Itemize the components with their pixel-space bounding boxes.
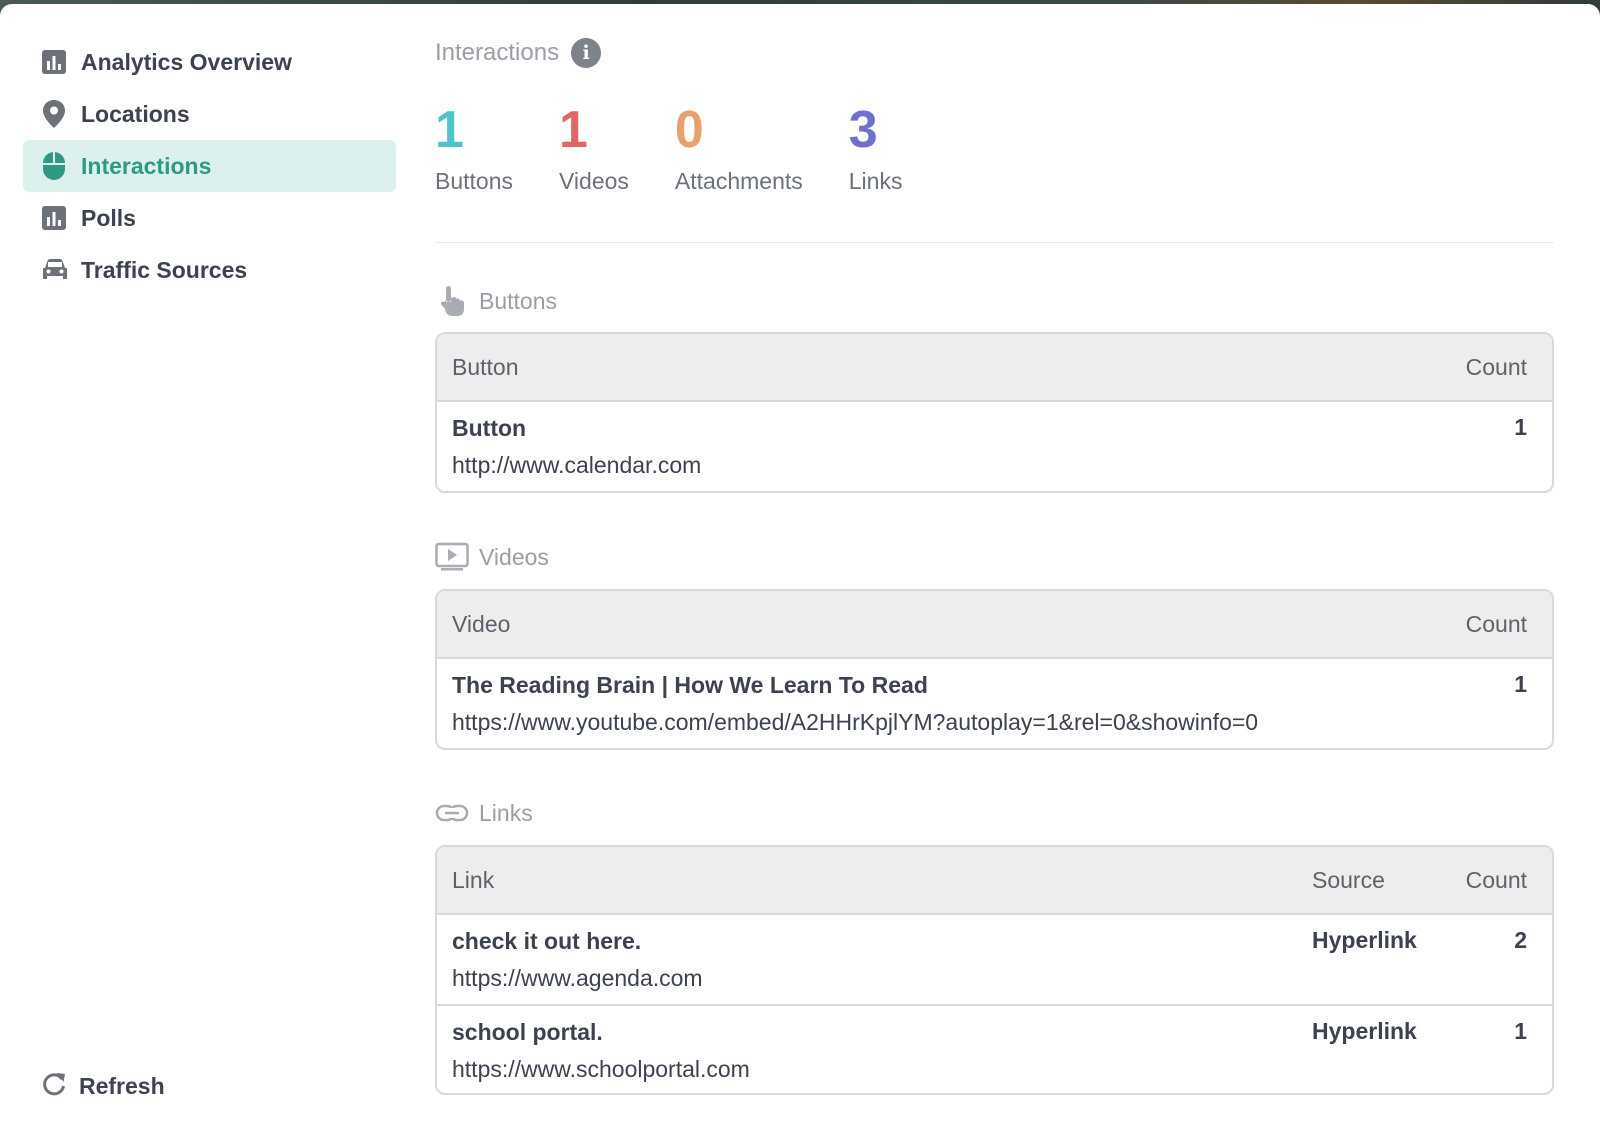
refresh-button[interactable]: Refresh [41, 1071, 165, 1102]
mouse-icon [41, 152, 69, 180]
table-row[interactable]: The Reading Brain | How We Learn To Read… [437, 659, 1552, 748]
row-main-cell: The Reading Brain | How We Learn To Read… [452, 671, 1447, 748]
column-header-count[interactable]: Count [1447, 611, 1527, 638]
map-pin-icon [41, 100, 69, 128]
bar-chart-icon [41, 48, 69, 76]
table-row[interactable]: Button http://www.calendar.com 1 [437, 402, 1552, 491]
link-chain-icon [435, 796, 469, 830]
stat-value: 0 [674, 101, 704, 159]
column-header-source[interactable]: Source [1312, 867, 1447, 894]
row-count: 1 [1514, 671, 1527, 697]
row-url: http://www.calendar.com [452, 452, 702, 478]
sidebar-item-traffic-sources[interactable]: Traffic Sources [23, 244, 396, 296]
row-source: Hyperlink [1312, 1018, 1417, 1044]
pointer-hand-icon [435, 284, 469, 318]
sidebar-item-polls[interactable]: Polls [23, 192, 396, 244]
info-icon[interactable]: i [571, 38, 602, 68]
video-player-icon [435, 540, 469, 574]
row-main-cell: check it out here. https://www.agenda.co… [452, 927, 1312, 1004]
links-table: Link Source Count check it out here. htt… [435, 845, 1554, 1095]
stat-label: Videos [559, 168, 629, 194]
refresh-icon [41, 1071, 67, 1102]
divider [435, 242, 1554, 243]
section-title: Videos [479, 543, 549, 570]
row-count: 2 [1514, 927, 1527, 953]
refresh-label: Refresh [79, 1073, 165, 1099]
row-source: Hyperlink [1312, 927, 1417, 953]
videos-section-header: Videos [435, 540, 549, 574]
stats-summary: 1 Buttons 1 Videos 0 Attachments 3 Links [435, 100, 948, 195]
stat-links: 3 Links [849, 100, 903, 195]
sidebar: Analytics Overview Locations Interaction… [0, 4, 412, 1143]
stat-label: Attachments [674, 168, 803, 194]
main-content: Interactions i 1 Buttons 1 Videos 0 Atta… [435, 4, 1554, 1143]
column-header-button[interactable]: Button [452, 354, 1447, 381]
stat-buttons: 1 Buttons [435, 100, 513, 195]
page-title: Interactions [435, 39, 560, 66]
row-count: 1 [1514, 1018, 1527, 1044]
section-title: Buttons [479, 287, 557, 314]
buttons-section-header: Buttons [435, 284, 557, 318]
row-url: https://www.schoolportal.com [452, 1056, 750, 1082]
column-header-count[interactable]: Count [1447, 354, 1527, 381]
row-count: 1 [1514, 414, 1527, 440]
sidebar-item-label: Interactions [81, 152, 212, 179]
stat-label: Buttons [435, 168, 513, 194]
table-row[interactable]: school portal. https://www.schoolportal.… [437, 1004, 1552, 1093]
sidebar-item-interactions[interactable]: Interactions [23, 140, 396, 192]
row-title: Button [452, 415, 527, 441]
stat-attachments: 0 Attachments [675, 100, 803, 195]
sidebar-nav: Analytics Overview Locations Interaction… [23, 36, 396, 296]
table-header: Link Source Count [437, 847, 1552, 915]
stat-videos: 1 Videos [559, 100, 629, 195]
sidebar-item-label: Traffic Sources [81, 256, 248, 283]
section-title: Links [479, 799, 533, 826]
buttons-table: Button Count Button http://www.calendar.… [435, 332, 1554, 493]
row-url: https://www.agenda.com [452, 965, 703, 991]
stat-label: Links [848, 168, 903, 194]
table-header: Button Count [437, 334, 1552, 402]
sidebar-item-label: Polls [81, 204, 136, 231]
sidebar-item-analytics-overview[interactable]: Analytics Overview [23, 36, 396, 88]
row-main-cell: school portal. https://www.schoolportal.… [452, 1018, 1312, 1093]
table-header: Video Count [437, 591, 1552, 659]
table-row[interactable]: check it out here. https://www.agenda.co… [437, 915, 1552, 1004]
sidebar-item-label: Analytics Overview [81, 48, 292, 75]
stat-value: 1 [559, 101, 588, 159]
stat-value: 1 [435, 101, 464, 159]
analytics-window: Analytics Overview Locations Interaction… [0, 4, 1600, 1143]
bar-chart-icon [41, 204, 69, 232]
videos-table: Video Count The Reading Brain | How We L… [435, 589, 1554, 750]
row-url: https://www.youtube.com/embed/A2HHrKpjlY… [452, 709, 1259, 735]
row-main-cell: Button http://www.calendar.com [452, 414, 1447, 491]
sidebar-item-label: Locations [81, 100, 190, 127]
row-title: school portal. [452, 1019, 603, 1045]
row-title: The Reading Brain | How We Learn To Read [452, 672, 928, 698]
stat-value: 3 [848, 101, 878, 159]
column-header-link[interactable]: Link [452, 867, 1312, 894]
page-header: Interactions i [435, 38, 602, 68]
column-header-count[interactable]: Count [1447, 867, 1527, 894]
car-icon [41, 256, 69, 284]
column-header-video[interactable]: Video [452, 611, 1447, 638]
sidebar-item-locations[interactable]: Locations [23, 88, 396, 140]
row-title: check it out here. [452, 928, 642, 954]
links-section-header: Links [435, 796, 533, 830]
